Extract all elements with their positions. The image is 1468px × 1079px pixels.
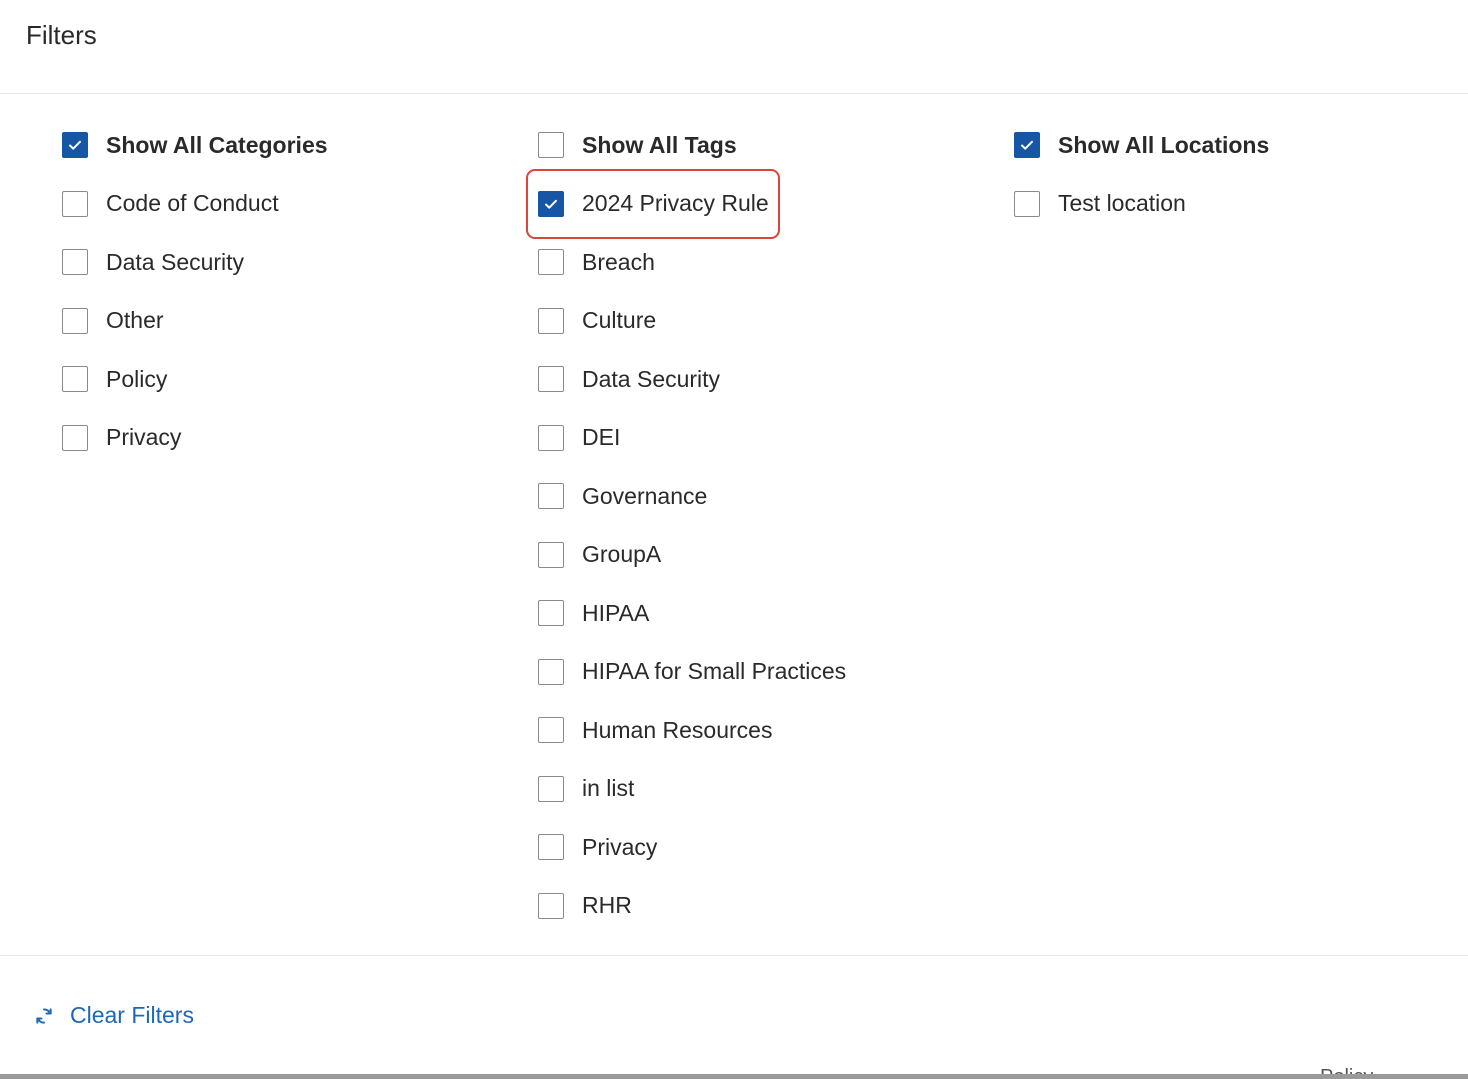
tags-option-rhr[interactable]: RHR [538, 877, 846, 936]
locations-option-test-location[interactable]: Test location [1014, 175, 1269, 234]
filters-dialog: Filters Show All Categories Code of Condu… [0, 0, 1468, 1074]
checkbox[interactable] [62, 190, 88, 217]
page-bottom-edge [0, 1074, 1468, 1079]
tags-column: Show All Tags 2024 Privacy Rule Breach Cult… [526, 116, 846, 936]
checkbox[interactable] [538, 717, 564, 744]
tags-option-governance[interactable]: Governance [538, 467, 846, 526]
dialog-footer: Clear Filters [0, 956, 1468, 1074]
checkbox[interactable] [62, 249, 88, 276]
tags-option-dei[interactable]: DEI [538, 409, 846, 468]
categories-option-privacy[interactable]: Privacy [62, 409, 328, 468]
checkbox[interactable] [62, 424, 88, 451]
checkmark-icon [1021, 141, 1033, 150]
checkbox[interactable] [62, 307, 88, 334]
option-label: Data Security [106, 248, 245, 275]
option-label: Human Resources [582, 716, 773, 743]
tags-option-privacy[interactable]: Privacy [538, 818, 846, 877]
option-label: Privacy [582, 833, 658, 860]
checkbox[interactable] [538, 658, 564, 685]
checkmark-icon [69, 141, 81, 150]
tags-option-2024-privacy-rule[interactable]: 2024 Privacy Rule [526, 168, 846, 239]
checkbox[interactable] [538, 307, 564, 334]
categories-option-other[interactable]: Other [62, 292, 328, 351]
checkmark-icon [545, 199, 557, 209]
option-label: Policy [106, 365, 168, 392]
option-label: HIPAA [582, 599, 650, 626]
categories-option-policy[interactable]: Policy [62, 350, 328, 409]
option-label: GroupA [582, 541, 662, 568]
option-label: Data Security [582, 365, 721, 392]
refresh-icon [36, 1007, 52, 1024]
checkbox[interactable] [538, 775, 564, 802]
option-label: 2024 Privacy Rule [582, 190, 769, 217]
categories-option-code-of-conduct[interactable]: Code of Conduct [62, 175, 328, 234]
option-label: Breach [582, 248, 655, 275]
tags-option-hipaa-for-small-practices[interactable]: HIPAA for Small Practices [538, 643, 846, 702]
checkbox[interactable] [1014, 190, 1040, 217]
checkbox[interactable] [62, 132, 88, 159]
option-label: in list [582, 775, 635, 802]
categories-column: Show All Categories Code of Conduct Data S… [62, 116, 328, 467]
tags-option-data-security[interactable]: Data Security [538, 350, 846, 409]
option-label: Culture [582, 307, 657, 334]
checkbox[interactable] [538, 892, 564, 919]
option-label: Code of Conduct [106, 190, 279, 217]
checkbox[interactable] [538, 190, 564, 217]
locations-column: Show All Locations Test location [1014, 116, 1269, 233]
checkbox[interactable] [538, 483, 564, 510]
tags-option-human-resources[interactable]: Human Resources [538, 701, 846, 760]
option-label: Show All Locations [1058, 131, 1270, 158]
option-label: RHR [582, 892, 632, 919]
checkbox[interactable] [538, 600, 564, 627]
checkbox[interactable] [1014, 132, 1040, 159]
tags-option-hipaa[interactable]: HIPAA [538, 584, 846, 643]
checkbox[interactable] [538, 424, 564, 451]
dialog-title: Filters [26, 20, 97, 50]
checkbox[interactable] [538, 834, 564, 861]
option-label: DEI [582, 424, 621, 451]
clear-filters-label: Clear Filters [70, 1002, 194, 1028]
option-label: Privacy [106, 424, 182, 451]
checkbox[interactable] [538, 366, 564, 393]
tags-option-in-list[interactable]: in list [538, 760, 846, 819]
option-label: HIPAA for Small Practices [582, 658, 847, 685]
tags-option-show-all-tags[interactable]: Show All Tags [538, 116, 846, 175]
option-label: Test location [1058, 190, 1186, 217]
checkbox[interactable] [62, 366, 88, 393]
checkbox[interactable] [538, 249, 564, 276]
clear-filters-button[interactable]: Clear Filters [34, 1002, 194, 1029]
tags-option-breach[interactable]: Breach [538, 233, 846, 292]
categories-option-data-security[interactable]: Data Security [62, 233, 328, 292]
checkbox[interactable] [538, 541, 564, 568]
background-peek-text: Policy [1320, 1066, 1373, 1074]
option-label: Other [106, 307, 164, 334]
checkbox[interactable] [538, 132, 564, 159]
categories-option-show-all-categories[interactable]: Show All Categories [62, 116, 328, 175]
option-label: Show All Categories [106, 131, 328, 158]
option-label: Governance [582, 482, 708, 509]
option-label: Show All Tags [582, 131, 737, 158]
tags-option-groupa[interactable]: GroupA [538, 526, 846, 585]
filters-body: Show All Categories Code of Conduct Data S… [0, 94, 1468, 956]
dialog-header: Filters [0, 0, 1468, 94]
locations-option-show-all-locations[interactable]: Show All Locations [1014, 116, 1269, 175]
tags-option-culture[interactable]: Culture [538, 292, 846, 351]
